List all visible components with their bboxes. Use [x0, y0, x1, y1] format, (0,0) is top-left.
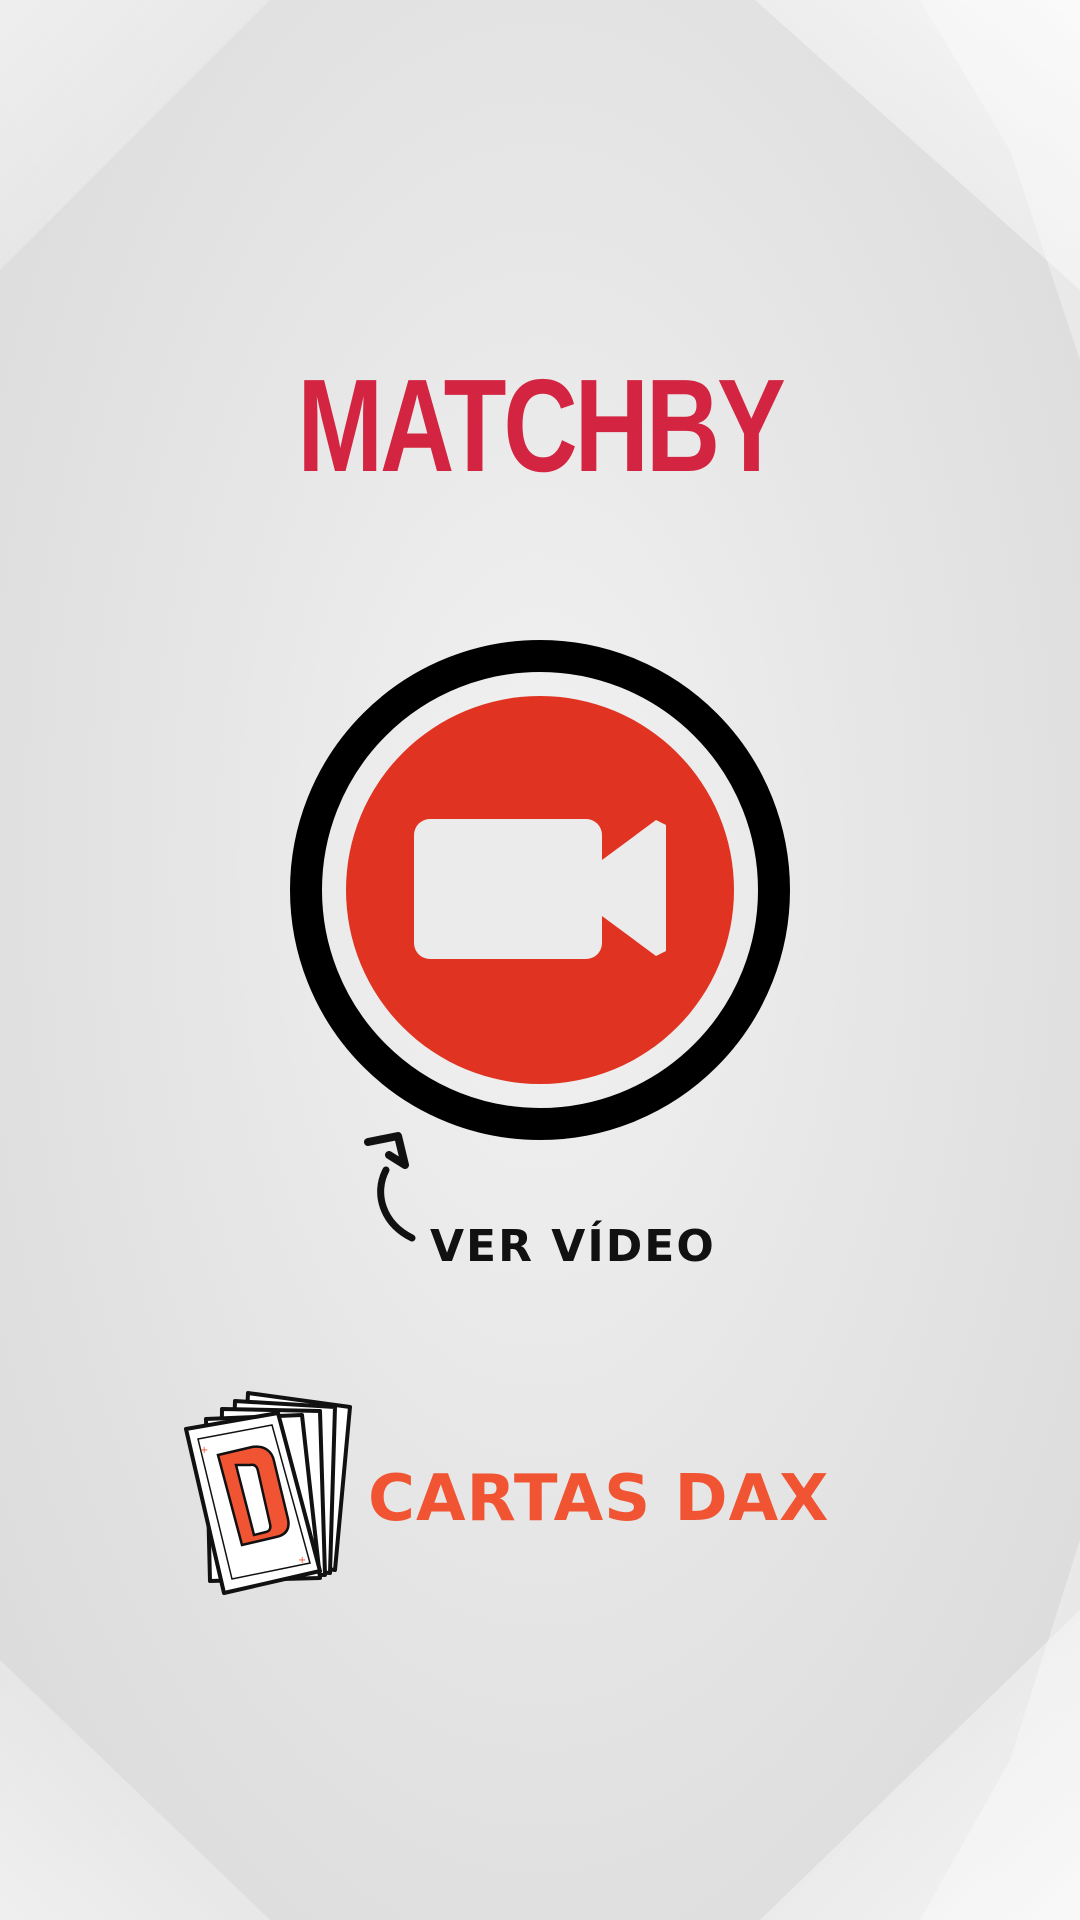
card-deck-logo-icon: + +	[184, 1391, 352, 1595]
svg-text:+: +	[200, 1445, 208, 1456]
play-video-button[interactable]	[288, 638, 792, 1142]
page: { "title": "MATCHBY", "video_button": { …	[0, 0, 1080, 1920]
svg-text:+: +	[298, 1555, 306, 1566]
brand-logo: + + CARTAS DAX	[180, 1385, 860, 1605]
watch-video-label[interactable]: VER VÍDEO	[430, 1225, 716, 1269]
page-title: MATCHBY	[297, 352, 785, 499]
brand-name: CARTAS DAX	[368, 1462, 830, 1536]
curved-arrow-up-icon	[364, 1132, 416, 1242]
